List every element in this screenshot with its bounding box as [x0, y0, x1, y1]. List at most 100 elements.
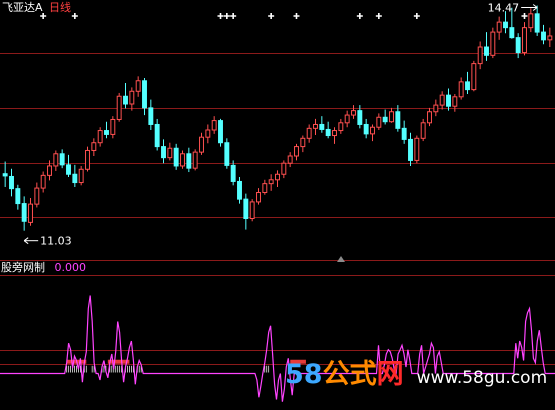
candle-body-down [186, 153, 192, 169]
candle-body-down [401, 127, 407, 140]
candle-body-down [9, 175, 14, 190]
signal-marker [375, 13, 382, 19]
candle-body-down [237, 180, 242, 200]
candlestick [142, 78, 147, 116]
candlestick [262, 179, 268, 195]
candlestick [249, 199, 255, 222]
candle-body-up [281, 162, 287, 175]
candlestick [287, 152, 293, 168]
candlestick [268, 174, 274, 191]
candlestick [534, 5, 540, 36]
candlestick [180, 150, 185, 169]
candlestick [465, 71, 470, 95]
candlestick [230, 160, 236, 186]
candlestick [91, 138, 97, 156]
signal-marker [223, 13, 230, 19]
candlestick [237, 177, 242, 204]
candlestick [477, 41, 483, 70]
candlestick [28, 198, 33, 226]
candlestick [401, 120, 407, 144]
candlestick [85, 146, 90, 172]
candlestick [173, 143, 179, 170]
candlestick [199, 132, 204, 155]
candle-body-up [547, 35, 553, 41]
candle-body-up [477, 46, 483, 65]
signal-marker [356, 13, 363, 19]
candle-body-down [319, 123, 325, 130]
candlestick [148, 99, 154, 130]
candle-body-up [91, 142, 97, 151]
candlestick [2, 161, 8, 187]
high-price-label: 14.47 [488, 2, 520, 15]
candle-body-up [522, 27, 527, 54]
candlestick [439, 91, 445, 110]
candle-body-down [173, 147, 179, 167]
chart-title: 飞亚达A 日线 [2, 2, 71, 14]
candle-body-up [110, 118, 116, 135]
candle-body-down [408, 138, 413, 161]
candle-body-up [294, 146, 299, 157]
candle-body-up [389, 111, 394, 123]
signal-marker [521, 13, 528, 19]
candle-body-down [534, 13, 540, 33]
candlestick [281, 160, 287, 179]
candle-body-up [116, 95, 122, 120]
candle-body-up [300, 137, 306, 148]
candle-body-up [47, 165, 52, 176]
candlestick [496, 16, 502, 40]
candlestick [408, 132, 413, 166]
candle-body-up [351, 110, 356, 116]
candle-body-down [465, 81, 470, 91]
candle-body-down [15, 188, 21, 205]
candle-body-up [34, 187, 40, 205]
candlestick [161, 139, 166, 164]
candle-body-up [471, 63, 477, 91]
signal-marker [293, 13, 300, 19]
candle-body-up [452, 96, 458, 107]
candle-body-up [78, 168, 84, 184]
candlestick [547, 27, 553, 48]
candle-body-down [224, 142, 230, 166]
candle-body-down [161, 146, 166, 159]
candlestick [433, 99, 439, 117]
candlestick [224, 138, 230, 169]
candle-body-up [97, 130, 103, 144]
candle-body-down [154, 123, 160, 148]
indicator-header: 股旁网制 0.000 [1, 262, 86, 274]
candle-body-down [230, 164, 236, 182]
candlestick [40, 171, 46, 193]
candlestick [541, 24, 546, 45]
candle-body-down [148, 107, 154, 125]
candle-body-up [205, 129, 211, 138]
candle-body-down [363, 123, 369, 135]
candle-body-up [129, 90, 135, 105]
candlestick [59, 149, 65, 169]
candle-body-up [85, 149, 90, 170]
candlestick [116, 92, 122, 122]
candle-body-up [370, 126, 375, 135]
candlestick [414, 135, 420, 164]
candlestick [306, 124, 312, 143]
candle-body-down [503, 21, 508, 29]
candlestick [205, 124, 211, 144]
candle-body-up [211, 120, 217, 131]
candle-body-up [433, 104, 439, 113]
candle-body-up [135, 80, 141, 92]
candle-body-down [395, 111, 401, 129]
candle-body-up [249, 201, 255, 220]
candlestick [256, 188, 261, 205]
candlestick [490, 27, 496, 59]
candlestick [319, 116, 325, 133]
candle-body-up [344, 114, 350, 124]
candlestick [389, 107, 394, 123]
indicator-name: 股旁网制 [1, 261, 45, 274]
candle-body-up [439, 94, 445, 106]
candlestick [218, 118, 223, 147]
candle-body-up [275, 173, 280, 181]
candle-body-down [123, 95, 128, 105]
candle-body-down [142, 80, 147, 109]
candle-body-down [104, 130, 109, 135]
candlestick [72, 164, 78, 187]
candlestick [123, 82, 128, 109]
candlestick [135, 76, 141, 97]
